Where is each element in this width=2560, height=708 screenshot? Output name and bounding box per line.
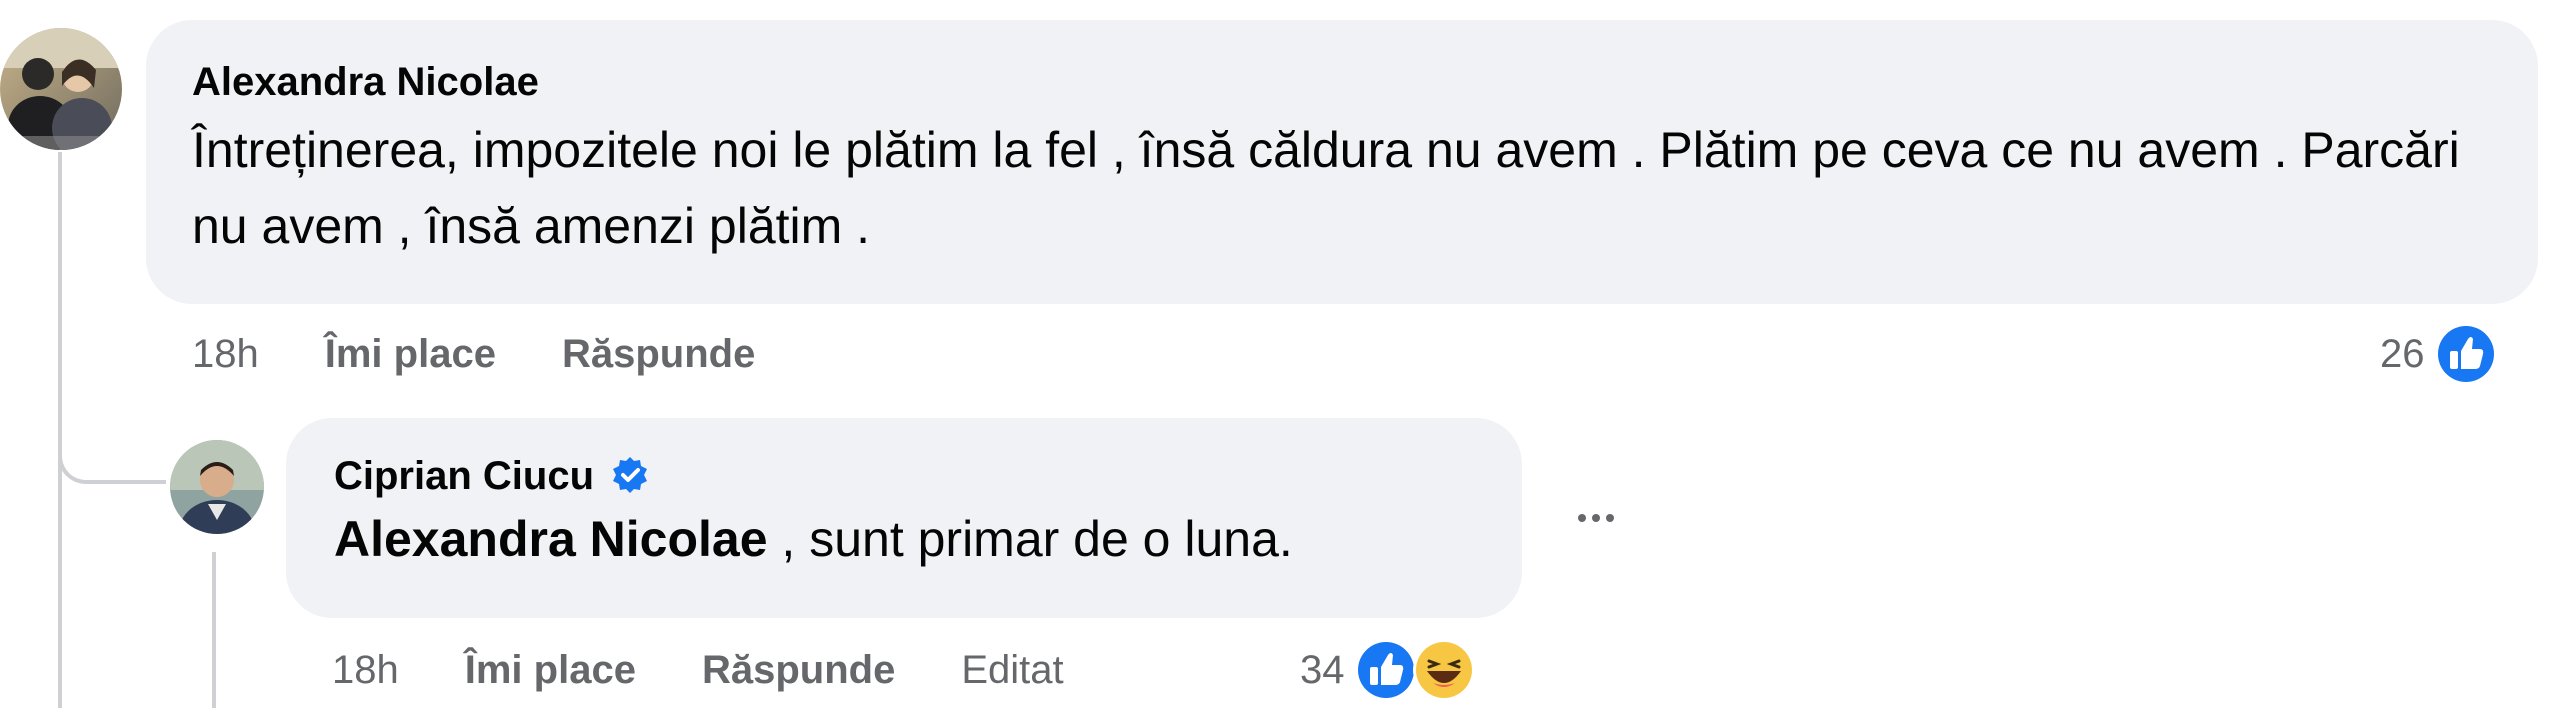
like-button[interactable]: Îmi place bbox=[465, 648, 636, 693]
comment-actions: 18h Îmi place Răspunde bbox=[192, 326, 821, 382]
reply-text: Alexandra Nicolae , sunt primar de o lun… bbox=[334, 504, 1476, 574]
reply-author[interactable]: Ciprian Ciucu bbox=[334, 450, 594, 502]
dot-icon bbox=[1592, 514, 1600, 522]
comment-text: Întreținerea, impozitele noi le plătim l… bbox=[192, 122, 2460, 254]
reaction-count: 26 bbox=[2380, 331, 2425, 376]
dot-icon bbox=[1606, 514, 1614, 522]
reaction-summary[interactable]: 26 bbox=[2380, 320, 2499, 388]
reply-button[interactable]: Răspunde bbox=[562, 332, 755, 377]
more-options-button[interactable] bbox=[1566, 498, 1626, 538]
reply-button[interactable]: Răspunde bbox=[702, 648, 895, 693]
comment-bubble: Alexandra Nicolae Întreținerea, impozite… bbox=[146, 20, 2538, 304]
avatar[interactable] bbox=[170, 440, 264, 534]
reply-timestamp[interactable]: 18h bbox=[332, 648, 399, 693]
reply-thread-line bbox=[212, 552, 216, 708]
reaction-count: 34 bbox=[1300, 647, 1345, 692]
reaction-summary[interactable]: 34 bbox=[1300, 636, 1477, 704]
thread-elbow-line bbox=[58, 380, 166, 484]
edited-label: Editat bbox=[961, 647, 1064, 692]
comment-thread: Alexandra Nicolae Întreținerea, impozite… bbox=[0, 0, 2560, 708]
verified-badge-icon bbox=[613, 457, 648, 493]
dot-icon bbox=[1578, 514, 1586, 522]
avatar[interactable] bbox=[0, 28, 122, 150]
like-icon bbox=[2434, 323, 2497, 385]
like-icon bbox=[1354, 639, 1417, 701]
reply-bubble: Ciprian Ciucu Alexandra Nicolae , sunt p… bbox=[286, 418, 1522, 618]
mention-link[interactable]: Alexandra Nicolae bbox=[334, 511, 768, 567]
reply-author-row: Ciprian Ciucu bbox=[334, 450, 1476, 502]
reply-actions: 18h Îmi place Răspunde Editat bbox=[332, 642, 1064, 698]
haha-icon bbox=[1412, 639, 1475, 701]
reply-text-body: , sunt primar de o luna. bbox=[767, 511, 1293, 567]
comment-timestamp[interactable]: 18h bbox=[192, 332, 259, 377]
comment-author[interactable]: Alexandra Nicolae bbox=[192, 56, 539, 108]
like-button[interactable]: Îmi place bbox=[325, 332, 496, 377]
